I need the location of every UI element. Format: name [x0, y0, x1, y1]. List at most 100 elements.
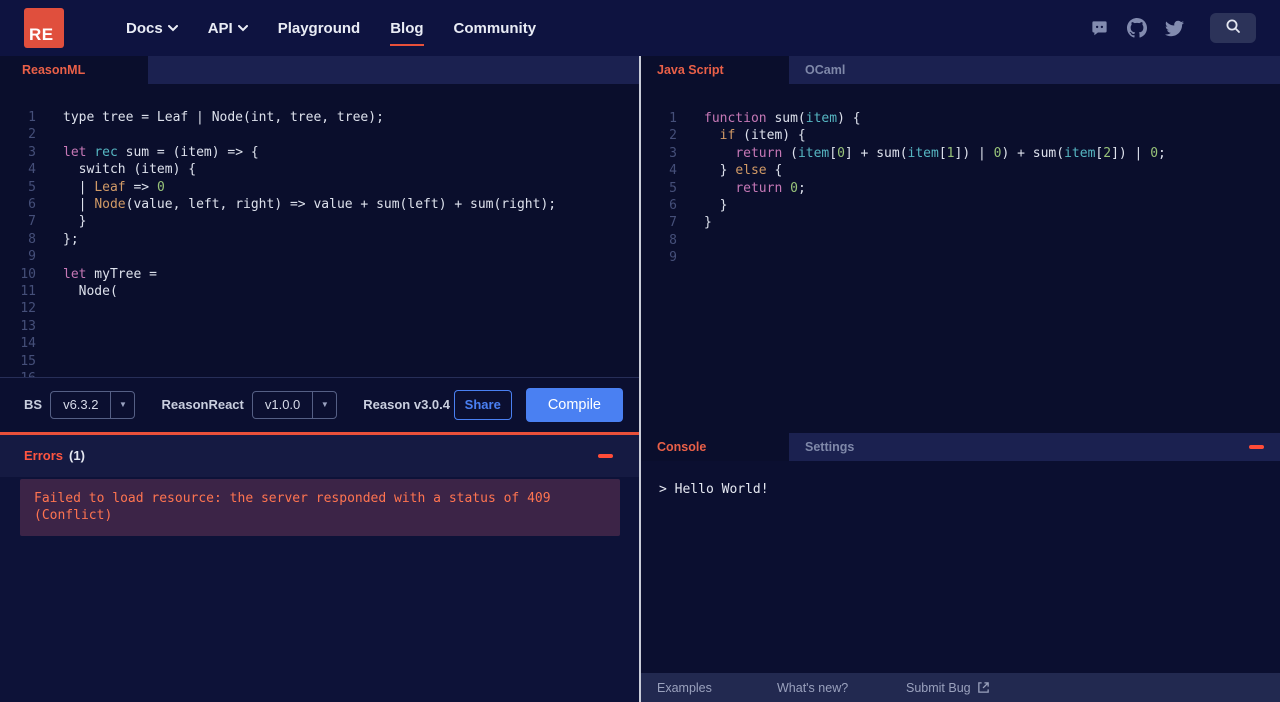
- reasonreact-label: ReasonReact: [161, 397, 244, 412]
- nav-item-api[interactable]: API: [208, 0, 248, 56]
- code-text: Node(: [63, 284, 118, 300]
- nav-item-blog[interactable]: Blog: [390, 0, 424, 56]
- code-text: } else {: [704, 163, 783, 179]
- tabstrip-filler: [861, 56, 1280, 84]
- code-text: return (item[0] + sum(item[1]) | 0) + su…: [735, 145, 1166, 161]
- tab-javascript[interactable]: Java Script: [641, 56, 789, 84]
- nav-item-community[interactable]: Community: [454, 0, 537, 56]
- errors-panel: Errors (1) Failed to load resource: the …: [0, 431, 639, 702]
- reason-version-text: Reason v3.0.4: [363, 397, 450, 412]
- share-button[interactable]: Share: [453, 389, 512, 420]
- line-number: 2: [28, 127, 36, 143]
- console-collapse-button[interactable]: [1249, 445, 1264, 449]
- line-number: 14: [20, 336, 36, 352]
- code-line: 3 let rec sum = (item) => {: [0, 144, 639, 161]
- code-line: 8};: [0, 231, 639, 248]
- console-output-line: > Hello World!: [659, 482, 769, 497]
- error-message-box: Failed to load resource: the server resp…: [20, 478, 620, 536]
- nav-item-docs[interactable]: Docs: [126, 0, 178, 56]
- left-tabstrip: ReasonML: [0, 56, 639, 84]
- code-line: 14: [0, 335, 639, 352]
- code-line: 9: [641, 249, 1280, 266]
- line-number: 11: [20, 284, 36, 300]
- compile-button[interactable]: Compile: [525, 387, 623, 422]
- line-number: 15: [20, 353, 36, 369]
- tab-ocaml[interactable]: OCaml: [789, 56, 861, 84]
- nav-item-label: Blog: [390, 19, 424, 37]
- line-number: 8: [669, 232, 677, 248]
- tab-label: OCaml: [805, 63, 846, 77]
- footer-link-examples[interactable]: Examples: [657, 681, 777, 695]
- code-text: }: [704, 198, 728, 214]
- errors-title: Errors: [24, 448, 64, 463]
- tab-label: ReasonML: [22, 63, 86, 77]
- errors-count-badge: (1): [69, 448, 85, 463]
- external-link-icon: [977, 681, 990, 694]
- line-number: 13: [20, 318, 36, 334]
- nav-item-label: Docs: [126, 19, 163, 37]
- chevron-down-icon: [237, 24, 248, 32]
- tab-reasonml[interactable]: ReasonML: [0, 56, 148, 84]
- code-text: };: [63, 231, 79, 247]
- console-output-area[interactable]: > Hello World!: [641, 461, 1280, 673]
- code-text: }: [704, 215, 712, 231]
- code-line: 4 switch (item) {: [0, 161, 639, 178]
- tab-settings[interactable]: Settings: [789, 433, 870, 461]
- bs-version-dropdown[interactable]: v6.3.2 ▼: [50, 390, 136, 419]
- reason-logo[interactable]: RE: [24, 8, 64, 48]
- footer-link-submit-bug[interactable]: Submit Bug: [906, 681, 990, 695]
- nav-icon-group: [1090, 13, 1256, 43]
- chevron-down-icon: [167, 24, 178, 32]
- tab-console[interactable]: Console: [641, 433, 789, 461]
- footer-link-label: Examples: [657, 680, 712, 695]
- tab-label: Console: [657, 440, 707, 454]
- nav-item-playground[interactable]: Playground: [278, 0, 361, 56]
- code-line: 7}: [641, 214, 1280, 231]
- code-text: | Node(value, left, right) => value + su…: [63, 197, 557, 213]
- bottom-toolbar: BS v6.3.2 ▼ ReasonReact v1.0.0 ▼ Reason …: [0, 376, 639, 432]
- code-line: 3 return (item[0] + sum(item[1]) | 0) + …: [641, 145, 1280, 162]
- line-number: 7: [669, 215, 677, 231]
- errors-collapse-button[interactable]: [598, 453, 613, 458]
- tab-label: Settings: [805, 440, 855, 454]
- code-text: let rec sum = (item) => {: [63, 144, 259, 160]
- code-text: let myTree =: [63, 266, 157, 282]
- code-text: if (item) {: [719, 128, 806, 144]
- dropdown-caret-icon: ▼: [110, 391, 134, 418]
- code-line: 2 if (item) {: [641, 127, 1280, 144]
- reason-code-editor[interactable]: 1 type tree = Leaf | Node(int, tree, tree…: [0, 84, 639, 377]
- code-line: 4 } else {: [641, 162, 1280, 179]
- code-line: 7 }: [0, 213, 639, 230]
- footer-link-whats-new[interactable]: What's new?: [777, 681, 906, 695]
- line-number: 3: [28, 144, 36, 160]
- line-number: 12: [20, 301, 36, 317]
- footer-link-label: Submit Bug: [906, 680, 971, 695]
- line-number: 10: [20, 266, 36, 282]
- code-line: 1 function sum(item) {: [641, 110, 1280, 127]
- reasonreact-version-dropdown[interactable]: v1.0.0 ▼: [251, 390, 338, 419]
- search-icon: [1225, 18, 1241, 39]
- nav-links: Docs API Playground Blog Community: [126, 0, 536, 56]
- code-line: 15: [0, 353, 639, 370]
- output-panel: Java Script OCaml 1 function sum(item) {2…: [641, 56, 1280, 702]
- line-number: 8: [28, 231, 36, 247]
- code-text: }: [63, 214, 87, 230]
- search-button[interactable]: [1210, 13, 1256, 43]
- logo-text: RE: [29, 25, 54, 44]
- code-line: 6 }: [641, 197, 1280, 214]
- tabstrip-filler: [870, 433, 1249, 461]
- main-split: ReasonML 1 type tree = Leaf | Node(int, t…: [0, 56, 1280, 702]
- js-code-editor[interactable]: 1 function sum(item) {2 if (item) {3 retu…: [641, 84, 1280, 433]
- twitter-icon[interactable]: [1165, 19, 1184, 38]
- tab-label: Java Script: [657, 63, 724, 77]
- console-header: Console Settings: [641, 433, 1280, 461]
- discord-icon[interactable]: [1090, 19, 1109, 38]
- github-icon[interactable]: [1127, 18, 1147, 38]
